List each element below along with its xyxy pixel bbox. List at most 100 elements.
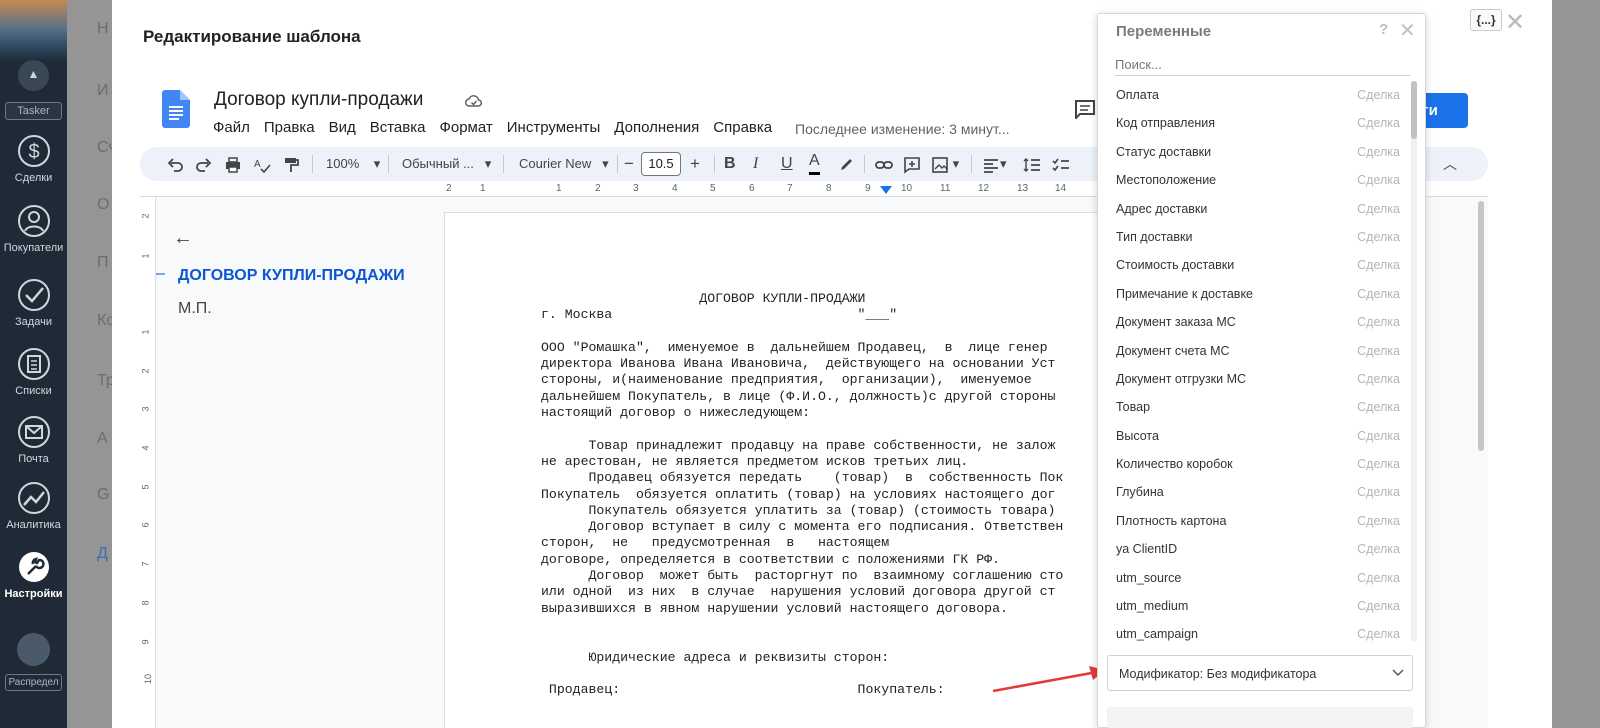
- close-icon[interactable]: ✕: [1399, 18, 1416, 43]
- line-spacing-icon[interactable]: [1023, 147, 1041, 181]
- menu-addons[interactable]: Дополнения: [614, 119, 699, 136]
- align-left-icon[interactable]: ▾: [982, 147, 1007, 181]
- variables-search-input[interactable]: [1115, 54, 1410, 76]
- document-line[interactable]: [541, 617, 1063, 633]
- nav-customers[interactable]: Покупатели: [0, 204, 67, 254]
- collapse-toolbar-icon[interactable]: ︿: [1443, 147, 1457, 181]
- spellcheck-icon[interactable]: A: [253, 147, 271, 181]
- font-family-select[interactable]: Courier New ▾: [519, 147, 609, 181]
- variables-scrollbar[interactable]: [1411, 81, 1417, 641]
- document-body[interactable]: ДОГОВОР КУПЛИ-ПРОДАЖИ г. Москва "___" ООО …: [541, 291, 1063, 698]
- outline-item[interactable]: М.П.: [178, 300, 212, 318]
- document-line[interactable]: настоящий договор о нижеследующем:: [541, 405, 1063, 421]
- variable-item[interactable]: Глубина Сделка: [1098, 478, 1414, 506]
- print-icon[interactable]: [224, 147, 242, 181]
- tasker-badge[interactable]: Tasker: [5, 102, 62, 120]
- menu-view[interactable]: Вид: [329, 119, 356, 136]
- underline-button[interactable]: U: [781, 147, 793, 181]
- document-line[interactable]: или одной из них в случае нарушения усло…: [541, 584, 1063, 600]
- close-icon[interactable]: ✕: [1505, 8, 1525, 37]
- menu-edit[interactable]: Правка: [264, 119, 315, 136]
- document-line[interactable]: Продавец обязуется передать (товар) в со…: [541, 470, 1063, 486]
- document-name[interactable]: Договор купли-продажи: [214, 89, 423, 111]
- document-line[interactable]: Договор может быть расторгнут по взаимно…: [541, 568, 1063, 584]
- menu-format[interactable]: Формат: [439, 119, 492, 136]
- variable-item[interactable]: Плотность картона Сделка: [1098, 507, 1414, 535]
- variable-item[interactable]: Товар Сделка: [1098, 393, 1414, 421]
- variable-item[interactable]: utm_source Сделка: [1098, 564, 1414, 592]
- font-size-increase-icon[interactable]: +: [690, 147, 700, 181]
- add-comment-icon[interactable]: [903, 147, 921, 181]
- variable-item[interactable]: Тип доставки Сделка: [1098, 223, 1414, 251]
- last-edit-link[interactable]: Последнее изменение: 3 минут...: [795, 121, 1010, 137]
- document-line[interactable]: [541, 421, 1063, 437]
- redo-icon[interactable]: [195, 147, 213, 181]
- modifier-select[interactable]: Модификатор: Без модификатора: [1107, 655, 1413, 691]
- variable-item[interactable]: Стоимость доставки Сделка: [1098, 251, 1414, 279]
- document-line[interactable]: ООО "Ромашка", именуемое в дальнейшем Пр…: [541, 340, 1063, 356]
- nav-settings[interactable]: Настройки: [0, 550, 67, 600]
- variable-item[interactable]: Местоположение Сделка: [1098, 166, 1414, 194]
- menu-help[interactable]: Справка: [713, 119, 772, 136]
- outline-item-heading[interactable]: ДОГОВОР КУПЛИ-ПРОДАЖИ: [178, 267, 405, 285]
- variable-item[interactable]: Документ счета МС Сделка: [1098, 337, 1414, 365]
- variable-item[interactable]: Оплата Сделка: [1098, 81, 1414, 109]
- document-line[interactable]: дальнейшем Покупатель, в лице (Ф.И.О., д…: [541, 389, 1063, 405]
- docs-logo-icon[interactable]: [162, 90, 190, 128]
- menu-insert[interactable]: Вставка: [370, 119, 426, 136]
- nav-tasks[interactable]: Задачи: [0, 278, 67, 328]
- insert-image-icon[interactable]: ▾: [931, 147, 959, 181]
- document-line[interactable]: не арестован, не является предметом иско…: [541, 454, 1063, 470]
- italic-button[interactable]: I: [753, 147, 758, 181]
- variable-item[interactable]: Статус доставки Сделка: [1098, 138, 1414, 166]
- variable-item[interactable]: ya ClientID Сделка: [1098, 535, 1414, 563]
- variable-item[interactable]: utm_campaign Сделка: [1098, 620, 1414, 648]
- text-color-button[interactable]: A: [809, 147, 820, 175]
- nav-deals[interactable]: $ Сделки: [0, 134, 67, 184]
- document-line[interactable]: стороны, и(наименование предприятия, орг…: [541, 372, 1063, 388]
- nav-mail[interactable]: Почта: [0, 415, 67, 465]
- cloud-saved-icon[interactable]: [465, 92, 483, 110]
- menu-tools[interactable]: Инструменты: [507, 119, 601, 136]
- document-line[interactable]: г. Москва "___": [541, 307, 1063, 323]
- link-icon[interactable]: [875, 147, 893, 181]
- variable-item[interactable]: Количество коробок Сделка: [1098, 450, 1414, 478]
- document-line[interactable]: Покупатель обязуется оплатить (товар) на…: [541, 487, 1063, 503]
- variable-item[interactable]: Код отправления Сделка: [1098, 109, 1414, 137]
- document-line[interactable]: [541, 633, 1063, 649]
- document-line[interactable]: Договор вступает в силу с момента его по…: [541, 519, 1063, 535]
- font-size-input[interactable]: 10.5: [641, 152, 681, 176]
- help-icon[interactable]: ?: [1379, 21, 1388, 38]
- variables-toggle-button[interactable]: {...}: [1470, 9, 1502, 31]
- paragraph-style-select[interactable]: Обычный ... ▾: [402, 147, 491, 181]
- document-line[interactable]: договоре, определяется в соответствии с …: [541, 552, 1063, 568]
- indent-marker-icon[interactable]: [880, 186, 892, 194]
- document-line[interactable]: директора Иванова Ивана Ивановича, дейст…: [541, 356, 1063, 372]
- bold-button[interactable]: B: [724, 147, 736, 181]
- document-line[interactable]: выразившихся в явном нарушении условий н…: [541, 601, 1063, 617]
- highlight-icon[interactable]: [837, 147, 855, 181]
- paint-format-icon[interactable]: [282, 147, 300, 181]
- distribution-icon[interactable]: [17, 633, 50, 666]
- nav-lists[interactable]: Списки: [0, 347, 67, 397]
- variable-item[interactable]: Адрес доставки Сделка: [1098, 195, 1414, 223]
- menu-file[interactable]: Файл: [213, 119, 250, 136]
- variable-item[interactable]: Высота Сделка: [1098, 422, 1414, 450]
- document-line[interactable]: [541, 324, 1063, 340]
- variable-item[interactable]: Документ заказа МС Сделка: [1098, 308, 1414, 336]
- profile-thumbnail[interactable]: [0, 0, 67, 62]
- nav-analytics[interactable]: Аналитика: [0, 481, 67, 531]
- font-size-decrease-icon[interactable]: −: [624, 147, 634, 181]
- outline-back-arrow-icon[interactable]: ←: [173, 227, 193, 250]
- variable-item[interactable]: Примечание к доставке Сделка: [1098, 280, 1414, 308]
- undo-icon[interactable]: [166, 147, 184, 181]
- editor-scrollbar[interactable]: [1478, 201, 1484, 451]
- nav-distribution[interactable]: Распредел: [5, 674, 62, 691]
- document-line[interactable]: Покупатель обязуется уплатить за (товар)…: [541, 503, 1063, 519]
- variable-item[interactable]: utm_medium Сделка: [1098, 592, 1414, 620]
- variable-item[interactable]: Документ отгрузки МС Сделка: [1098, 365, 1414, 393]
- document-line[interactable]: ДОГОВОР КУПЛИ-ПРОДАЖИ: [541, 291, 1063, 307]
- checklist-icon[interactable]: [1052, 147, 1070, 181]
- comment-history-icon[interactable]: [1074, 99, 1096, 121]
- scroll-up-icon[interactable]: ▲: [18, 60, 49, 91]
